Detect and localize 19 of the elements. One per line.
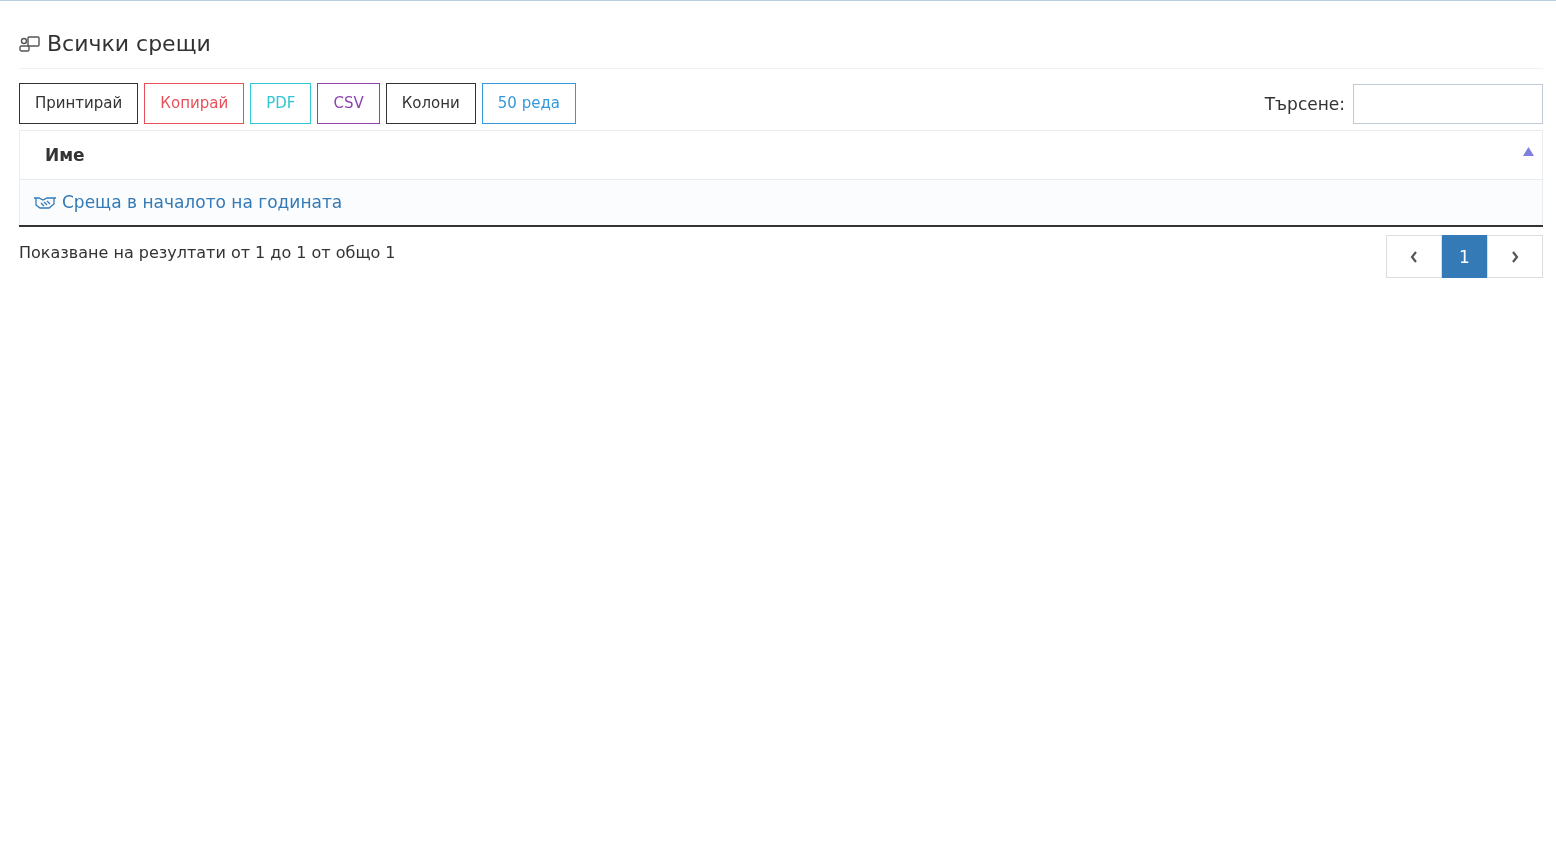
chevron-left-icon [1410,250,1418,263]
sort-ascending-icon[interactable] [1523,147,1534,156]
export-button[interactable]: CSV [317,83,380,124]
page-title: Всички срещи [47,31,211,56]
results-info: Показване на резултати от 1 до 1 от общо 1 [19,243,396,262]
export-button[interactable]: 50 реда [481,83,576,124]
next-page-button[interactable] [1487,235,1543,278]
search-field[interactable] [1353,83,1543,124]
export-button[interactable]: Копирай [144,83,245,124]
handshake-icon [33,195,57,209]
column-header[interactable]: Име [19,130,1543,180]
export-button[interactable]: Колони [385,83,476,124]
chevron-right-icon [1511,250,1519,263]
presentation-icon [19,34,41,53]
export-button[interactable]: Принтирай [19,83,139,124]
meeting-link[interactable]: Среща в началото на годината [33,192,343,212]
page-button[interactable]: 1 [1442,235,1487,278]
previous-page-button[interactable] [1386,235,1442,278]
search-label: Търсене: [1264,93,1345,114]
